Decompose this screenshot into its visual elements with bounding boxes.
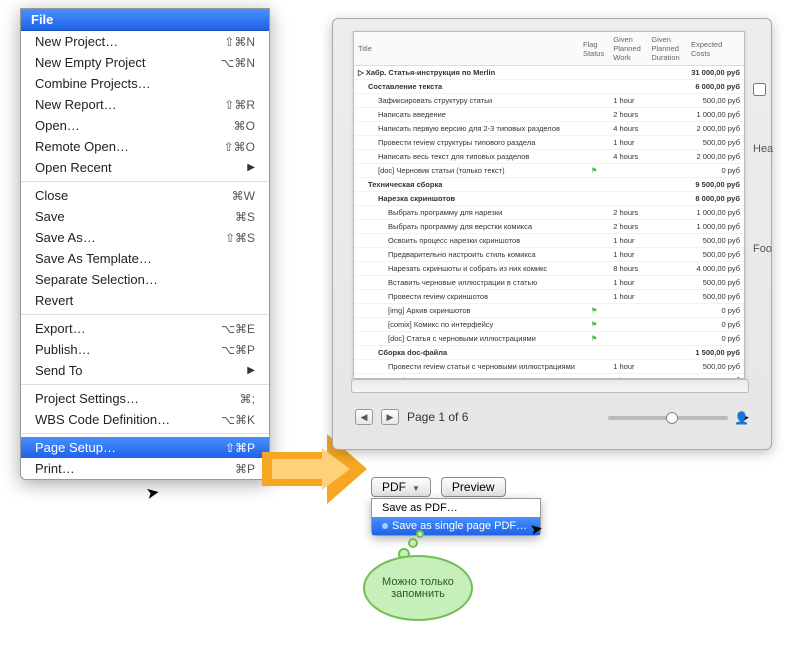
menu-item[interactable]: New Project…⇧⌘N bbox=[21, 31, 269, 52]
table-row: Нарезать скриншоты и собрать из них коми… bbox=[354, 262, 744, 276]
table-row: Зафиксировать структуру статьи1 hour500,… bbox=[354, 94, 744, 108]
menu-item[interactable]: Save As Template… bbox=[21, 248, 269, 269]
table-row: Провести review статьи с черновыми иллюс… bbox=[354, 360, 744, 374]
table-row: Выбрать программу для верстки комикса2 h… bbox=[354, 220, 744, 234]
menu-item[interactable]: Project Settings…⌘; bbox=[21, 388, 269, 409]
table-row: Нарезка скриншотов8 000,00 руб bbox=[354, 192, 744, 206]
menu-item[interactable]: Remote Open…⇧⌘O bbox=[21, 136, 269, 157]
project-table: TitleFlag StatusGiven Planned WorkGiven … bbox=[354, 32, 744, 379]
menu-item[interactable]: Revert bbox=[21, 290, 269, 311]
header-label: Hea bbox=[753, 119, 800, 179]
pager: ◀ ▶ Page 1 of 6 bbox=[355, 409, 468, 425]
menu-item[interactable]: Page Setup…⇧⌘P bbox=[21, 437, 269, 458]
column-header: Given Planned Work bbox=[609, 32, 647, 66]
column-header: Expected Costs bbox=[687, 32, 744, 66]
column-header: Given Planned Duration bbox=[647, 32, 687, 66]
bubble-trail bbox=[408, 538, 418, 548]
print-preview-panel: TitleFlag StatusGiven Planned WorkGiven … bbox=[332, 18, 772, 450]
save-as-single-page-pdf-item[interactable]: Save as single page PDF… bbox=[372, 517, 540, 535]
menu-item[interactable]: New Report…⇧⌘R bbox=[21, 94, 269, 115]
zoom-slider[interactable] bbox=[608, 416, 728, 420]
menu-item[interactable]: Close⌘W bbox=[21, 185, 269, 206]
footer-label: Foo bbox=[753, 219, 800, 279]
menu-item[interactable]: Combine Projects… bbox=[21, 73, 269, 94]
menu-item[interactable]: New Empty Project⌥⌘N bbox=[21, 52, 269, 73]
preview-page: TitleFlag StatusGiven Planned WorkGiven … bbox=[353, 31, 745, 379]
menu-item[interactable]: Open…⌘O bbox=[21, 115, 269, 136]
menu-item[interactable]: Save⌘S bbox=[21, 206, 269, 227]
table-row: Сборка doc-файла1 500,00 руб bbox=[354, 346, 744, 360]
table-row: Техническая сборка9 500,00 руб bbox=[354, 178, 744, 192]
table-row: Предварительно настроить стиль комикса1 … bbox=[354, 248, 744, 262]
header-checkbox[interactable] bbox=[753, 83, 766, 96]
page-indicator: Page 1 of 6 bbox=[407, 410, 468, 424]
table-row: [doc] Черновик статьи (только текст)⚑0 р… bbox=[354, 164, 744, 178]
cursor-icon: ➤ bbox=[144, 482, 161, 504]
table-row: Провести review структуры типового разде… bbox=[354, 136, 744, 150]
table-row: Освоить процесс нарезки скриншотов1 hour… bbox=[354, 234, 744, 248]
prev-page-button[interactable]: ◀ bbox=[355, 409, 373, 425]
table-row: Написать весь текст для типовых разделов… bbox=[354, 150, 744, 164]
table-row: Написать первую версию для 2-3 типовых р… bbox=[354, 122, 744, 136]
menu-item[interactable]: Print…⌘P bbox=[21, 458, 269, 479]
save-as-pdf-item[interactable]: Save as PDF… bbox=[372, 499, 540, 517]
table-row: Написать введение2 hours1 000,00 руб bbox=[354, 108, 744, 122]
pdf-dropdown-button[interactable]: PDF▼ bbox=[371, 477, 431, 497]
bubble-trail bbox=[416, 530, 424, 538]
table-row: ▷ Хабр. Статья-инструкция по Merlin31 00… bbox=[354, 66, 744, 80]
zoom-control[interactable]: 👤 bbox=[608, 411, 749, 425]
scroll-bar[interactable] bbox=[351, 379, 749, 393]
column-header: Flag Status bbox=[579, 32, 609, 66]
next-page-button[interactable]: ▶ bbox=[381, 409, 399, 425]
side-controls: Hea Foo bbox=[753, 59, 800, 279]
table-row: Составление текста6 000,00 руб bbox=[354, 80, 744, 94]
pdf-dropdown-menu: Save as PDF… Save as single page PDF… bbox=[371, 498, 541, 536]
column-header: Title bbox=[354, 32, 579, 66]
menu-item[interactable]: Open Recent▶ bbox=[21, 157, 269, 178]
table-row: [doc] Статья с черновыми иллюстрациями⚑0… bbox=[354, 332, 744, 346]
pdf-controls: PDF▼ Preview bbox=[371, 477, 506, 497]
table-row: [comix] Комикс по интерфейсу⚑0 руб bbox=[354, 318, 744, 332]
table-row: Вставить черновые иллюстрации в статью1 … bbox=[354, 276, 744, 290]
table-row: [img] Архив скриншотов⚑0 руб bbox=[354, 304, 744, 318]
menu-item[interactable]: Separate Selection… bbox=[21, 269, 269, 290]
menu-item[interactable]: Send To▶ bbox=[21, 360, 269, 381]
menu-item[interactable]: Export…⌥⌘E bbox=[21, 318, 269, 339]
menu-item[interactable]: Save As…⇧⌘S bbox=[21, 227, 269, 248]
table-row: Провести review скриншотов1 hour500,00 р… bbox=[354, 290, 744, 304]
file-menu-title[interactable]: File bbox=[21, 9, 269, 31]
file-menu: File New Project…⇧⌘NNew Empty Project⌥⌘N… bbox=[20, 8, 270, 480]
menu-item[interactable]: Publish…⌥⌘P bbox=[21, 339, 269, 360]
preview-button[interactable]: Preview bbox=[441, 477, 506, 497]
person-icon: 👤 bbox=[734, 411, 749, 425]
table-row: Выбрать программу для нарезки2 hours1 00… bbox=[354, 206, 744, 220]
menu-item[interactable]: WBS Code Definition…⌥⌘K bbox=[21, 409, 269, 430]
thought-bubble: Можно только запомнить bbox=[363, 555, 473, 621]
